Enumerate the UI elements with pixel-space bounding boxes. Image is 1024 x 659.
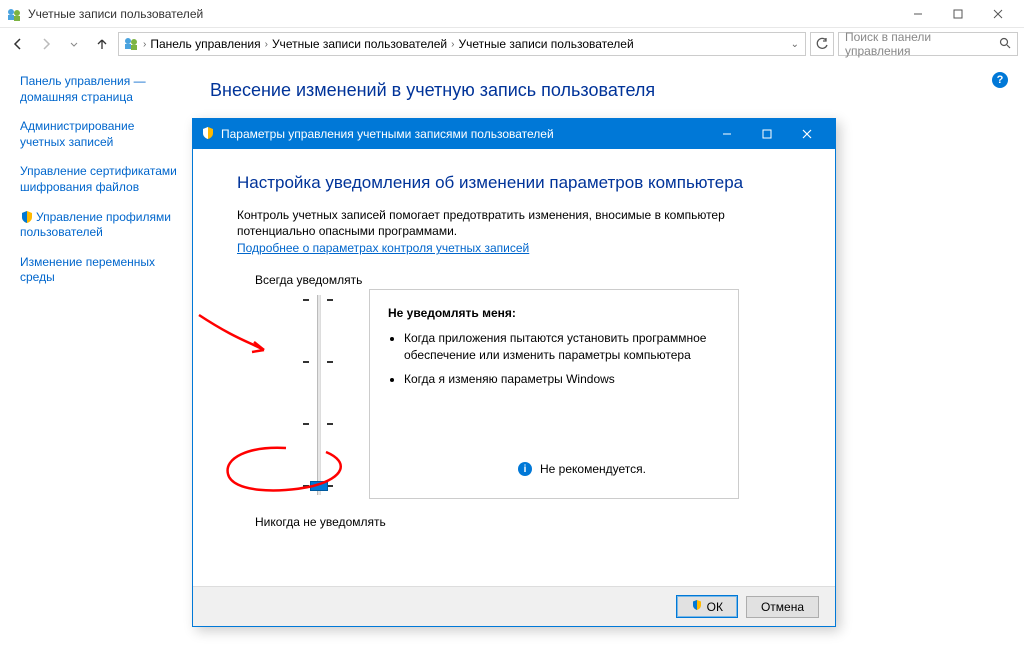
recent-dd[interactable] (62, 32, 86, 56)
slider-label-always: Всегда уведомлять (255, 273, 362, 287)
breadcrumb-seg[interactable]: Учетные записи пользователей (272, 37, 447, 51)
info-icon: i (518, 462, 532, 476)
refresh-button[interactable] (810, 32, 834, 56)
maximize-button[interactable] (938, 0, 978, 28)
ok-button[interactable]: ОК (676, 595, 738, 618)
sidebar-item[interactable]: Изменение переменных среды (20, 255, 182, 286)
slider-tick (327, 299, 333, 301)
shield-icon (691, 599, 703, 614)
dialog-title: Параметры управления учетными записями п… (221, 127, 707, 141)
chevron-down-icon[interactable]: ⌄ (791, 39, 799, 50)
info-warning: Не рекомендуется. (540, 462, 646, 476)
dialog-minimize-button[interactable] (707, 119, 747, 149)
navbar: › Панель управления › Учетные записи пол… (0, 28, 1024, 60)
window-title: Учетные записи пользователей (28, 7, 898, 21)
dialog-maximize-button[interactable] (747, 119, 787, 149)
dialog-titlebar: Параметры управления учетными записями п… (193, 119, 835, 149)
chevron-right-icon: › (265, 39, 268, 50)
info-title: Не уведомлять меня: (388, 306, 720, 320)
slider-track[interactable] (317, 295, 321, 495)
breadcrumb-icon (123, 35, 139, 54)
sidebar-home[interactable]: Панель управления — домашняя страница (20, 74, 182, 105)
slider-tick (303, 423, 309, 425)
slider-thumb[interactable] (310, 481, 328, 491)
up-button[interactable] (90, 32, 114, 56)
slider-tick (303, 485, 309, 487)
sidebar-item-label: Управление профилями пользователей (20, 210, 171, 240)
sidebar-item[interactable]: Администрирование учетных записей (20, 119, 182, 150)
uac-slider-area: Всегда уведомлять Никогда не уведомлять … (237, 273, 791, 523)
help-icon[interactable]: ? (992, 72, 1008, 88)
cancel-label: Отмена (761, 600, 804, 614)
dialog-close-button[interactable] (787, 119, 827, 149)
app-icon (6, 6, 22, 22)
info-item: Когда приложения пытаются установить про… (404, 330, 720, 362)
breadcrumb-seg[interactable]: Учетные записи пользователей (458, 37, 633, 51)
sidebar-item[interactable]: Управление сертификатами шифрования файл… (20, 164, 182, 195)
chevron-right-icon: › (451, 39, 454, 50)
dialog-shield-icon (201, 126, 215, 143)
slider-tick (303, 361, 309, 363)
slider-tick (327, 361, 333, 363)
breadcrumb[interactable]: › Панель управления › Учетные записи пол… (118, 32, 806, 56)
page-title: Внесение изменений в учетную запись поль… (210, 80, 1004, 101)
dialog-heading: Настройка уведомления об изменении парам… (237, 173, 791, 193)
slider-tick (327, 423, 333, 425)
slider-info-box: Не уведомлять меня: Когда приложения пыт… (369, 289, 739, 499)
slider-tick (303, 299, 309, 301)
dialog-footer: ОК Отмена (193, 586, 835, 626)
search-placeholder: Поиск в панели управления (845, 30, 999, 58)
forward-button[interactable] (34, 32, 58, 56)
chevron-right-icon: › (143, 39, 146, 50)
dialog-learn-more-link[interactable]: Подробнее о параметрах контроля учетных … (237, 241, 529, 255)
info-item: Когда я изменяю параметры Windows (404, 371, 720, 387)
search-input[interactable]: Поиск в панели управления (838, 32, 1018, 56)
sidebar-item[interactable]: Управление профилями пользователей (20, 210, 182, 241)
search-icon (999, 37, 1011, 52)
back-button[interactable] (6, 32, 30, 56)
close-button[interactable] (978, 0, 1018, 28)
minimize-button[interactable] (898, 0, 938, 28)
dialog-description: Контроль учетных записей помогает предот… (237, 207, 791, 239)
cancel-button[interactable]: Отмена (746, 596, 819, 618)
window-titlebar: Учетные записи пользователей (0, 0, 1024, 28)
slider-label-never: Никогда не уведомлять (255, 515, 386, 529)
sidebar: Панель управления — домашняя страница Ад… (0, 60, 190, 659)
breadcrumb-seg[interactable]: Панель управления (150, 37, 260, 51)
shield-icon (20, 210, 34, 224)
uac-dialog: Параметры управления учетными записями п… (192, 118, 836, 627)
ok-label: ОК (707, 600, 723, 614)
